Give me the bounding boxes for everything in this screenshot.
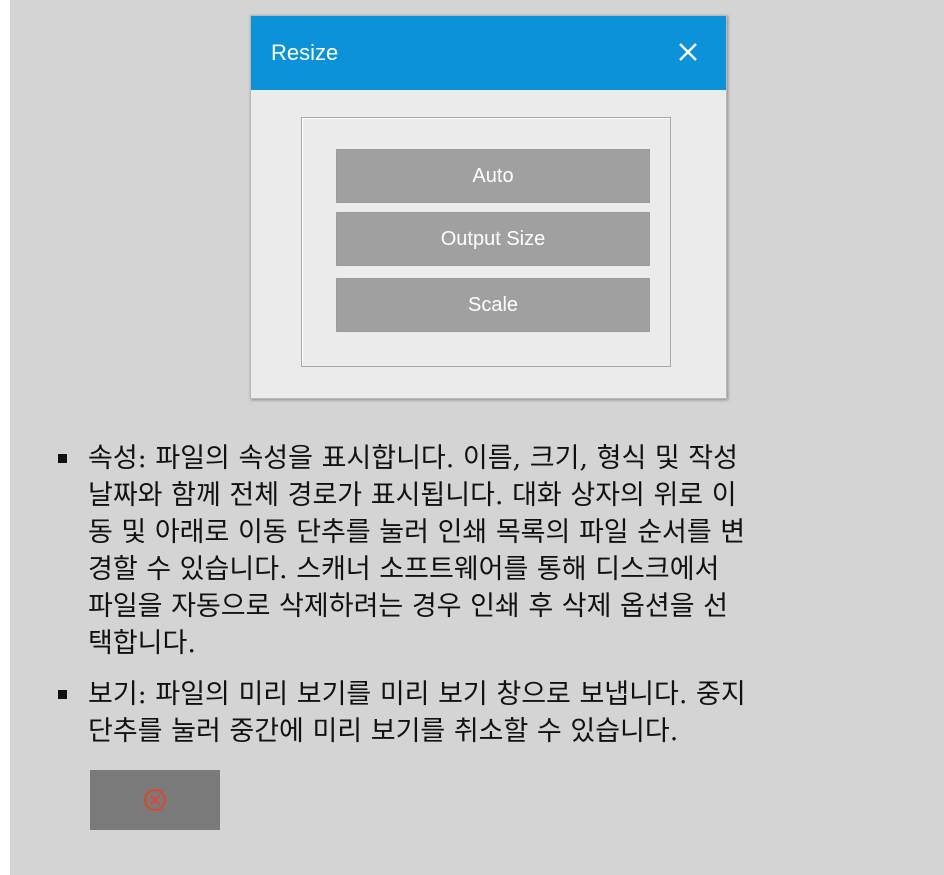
auto-button[interactable]: Auto [336, 149, 650, 203]
list-item: 보기: 파일의 미리 보기를 미리 보기 창으로 보냅니다. 중지 단추를 눌러… [58, 676, 928, 750]
description-list: 속성: 파일의 속성을 표시합니다. 이름, 크기, 형식 및 작성 날짜와 함… [58, 440, 928, 764]
stop-circle-x-icon [144, 789, 166, 811]
output-size-button[interactable]: Output Size [336, 212, 650, 266]
dialog-title: Resize [271, 40, 339, 65]
close-button[interactable] [670, 34, 706, 70]
text-line: 단추를 눌러 중간에 미리 보기를 취소할 수 있습니다. [88, 716, 679, 747]
bullet-square-icon [58, 454, 67, 463]
list-item: 속성: 파일의 속성을 표시합니다. 이름, 크기, 형식 및 작성 날짜와 함… [58, 440, 928, 662]
text-line: 파일을 자동으로 삭제하려는 경우 인쇄 후 삭제 옵션을 선 [88, 591, 728, 622]
text-line: 경할 수 있습니다. 스캐너 소프트웨어를 통해 디스크에서 [88, 554, 720, 585]
resize-options-group: Auto Output Size Scale [301, 117, 671, 367]
close-icon [679, 43, 697, 61]
resize-dialog: Resize Auto Output Size Scale [250, 15, 727, 399]
dialog-titlebar: Resize [251, 16, 726, 90]
text-line: 택합니다. [88, 628, 196, 659]
scale-button[interactable]: Scale [336, 278, 650, 332]
bullet-square-icon [58, 690, 67, 699]
text-line: 날짜와 함께 전체 경로가 표시됩니다. 대화 상자의 위로 이 [88, 480, 737, 511]
text-line: 동 및 아래로 이동 단추를 눌러 인쇄 목록의 파일 순서를 변 [88, 517, 746, 548]
text-line: 속성: 파일의 속성을 표시합니다. 이름, 크기, 형식 및 작성 [88, 443, 738, 474]
stop-button[interactable] [90, 770, 220, 830]
text-line: 보기: 파일의 미리 보기를 미리 보기 창으로 보냅니다. 중지 [88, 679, 746, 710]
